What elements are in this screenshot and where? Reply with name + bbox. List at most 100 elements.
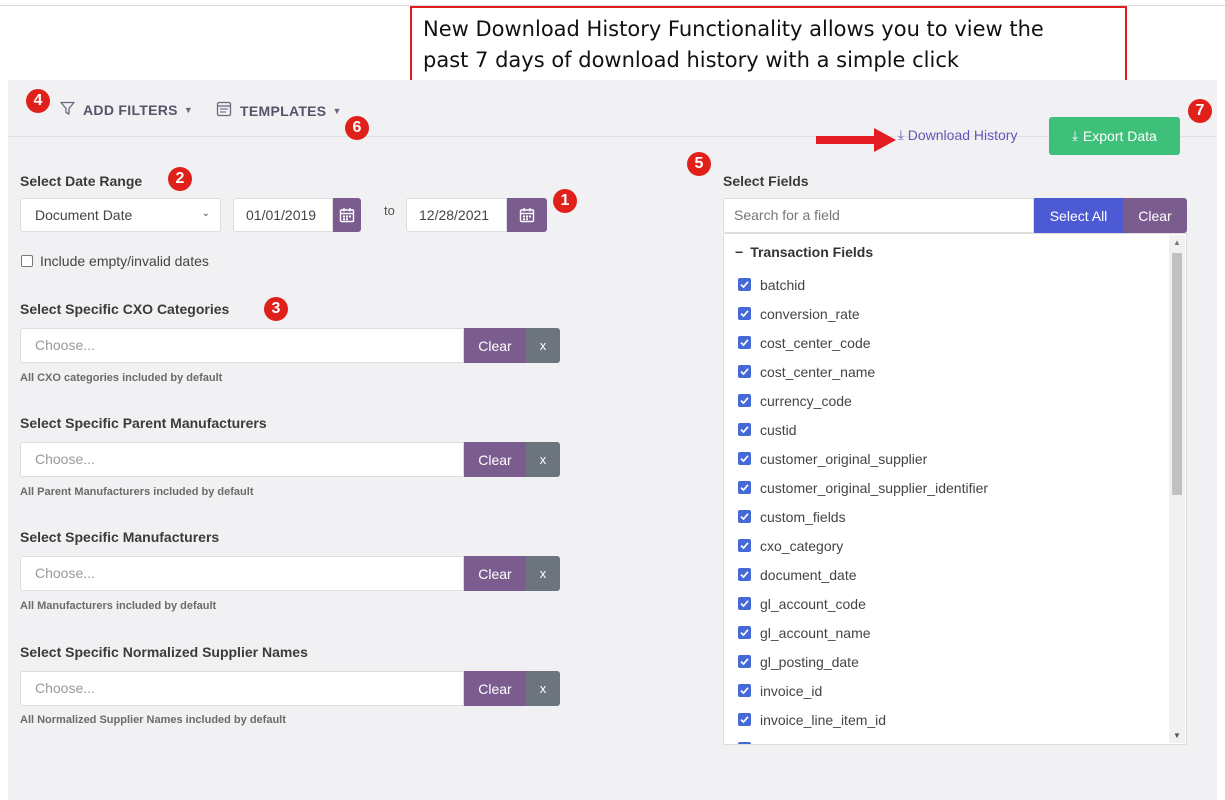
parent-manufacturers-remove-button[interactable]: x — [526, 442, 560, 477]
manufacturers-input[interactable]: Choose... — [20, 556, 464, 591]
checkbox-checked-icon[interactable] — [738, 336, 751, 349]
scrollbar-thumb[interactable] — [1172, 253, 1182, 495]
field-item[interactable]: invoice_id — [738, 676, 988, 705]
cxo-categories-remove-button[interactable]: x — [526, 328, 560, 363]
field-item[interactable]: cost_center_name — [738, 357, 988, 386]
field-item[interactable]: gl_account_code — [738, 589, 988, 618]
field-item-label: document_date — [760, 566, 857, 583]
checkbox-checked-icon[interactable] — [738, 365, 751, 378]
field-item-label: invoice_id — [760, 682, 823, 699]
scroll-down-icon[interactable]: ▼ — [1173, 731, 1181, 740]
field-item[interactable]: line_item_description — [738, 734, 988, 744]
field-search-input[interactable]: Search for a field — [723, 198, 1034, 233]
checkbox-checked-icon[interactable] — [738, 307, 751, 320]
red-arrow-icon — [816, 128, 896, 152]
include-empty-dates-checkbox[interactable]: Include empty/invalid dates — [21, 253, 209, 269]
date-range-title: Select Date Range — [20, 173, 143, 189]
add-filters-dropdown[interactable]: ADD FILTERS ▼ — [60, 101, 193, 119]
checkbox-checked-icon[interactable] — [738, 713, 751, 726]
field-item[interactable]: customer_original_supplier_identifier — [738, 473, 988, 502]
checkbox-checked-icon[interactable] — [738, 568, 751, 581]
filter-icon — [60, 101, 75, 119]
select-all-button[interactable]: Select All — [1034, 198, 1123, 233]
fields-clear-button[interactable]: Clear — [1123, 198, 1187, 233]
end-date-calendar-button[interactable] — [507, 198, 547, 232]
date-type-value: Document Date — [35, 207, 133, 223]
scroll-up-icon[interactable]: ▲ — [1173, 238, 1181, 247]
caret-down-icon: ▼ — [183, 105, 194, 115]
normalized-supplier-names-input[interactable]: Choose... — [20, 671, 464, 706]
download-history-link[interactable]: ⤓ Download History — [898, 127, 1017, 143]
normalized-supplier-names-clear-button[interactable]: Clear — [464, 671, 526, 706]
start-date-calendar-button[interactable] — [333, 198, 361, 232]
start-date-input[interactable]: 01/01/2019 — [233, 198, 333, 232]
annotation-badge-5: 5 — [687, 152, 711, 176]
checkbox-checked-icon[interactable] — [738, 510, 751, 523]
field-item[interactable]: gl_account_name — [738, 618, 988, 647]
transaction-fields-group[interactable]: − Transaction Fields — [735, 244, 873, 260]
cxo-categories-help: All CXO categories included by default — [20, 372, 223, 384]
field-item[interactable]: conversion_rate — [738, 299, 988, 328]
field-item-label: cxo_category — [760, 537, 844, 554]
field-item[interactable]: custid — [738, 415, 988, 444]
checkbox-checked-icon[interactable] — [738, 626, 751, 639]
checkbox-checked-icon[interactable] — [738, 597, 751, 610]
annotation-badge-3: 3 — [264, 297, 288, 321]
field-item[interactable]: currency_code — [738, 386, 988, 415]
field-item-label: batchid — [760, 276, 806, 293]
checkbox-checked-icon[interactable] — [738, 452, 751, 465]
field-item[interactable]: gl_posting_date — [738, 647, 988, 676]
transaction-fields-label: Transaction Fields — [750, 244, 874, 260]
checkbox-checked-icon[interactable] — [738, 423, 751, 436]
callout-box: New Download History Functionality allow… — [410, 6, 1127, 82]
checkbox-checked-icon[interactable] — [738, 684, 751, 697]
field-item-label: cost_center_name — [760, 363, 876, 380]
field-item[interactable]: invoice_line_item_id — [738, 705, 988, 734]
field-item[interactable]: document_date — [738, 560, 988, 589]
manufacturers-clear-button[interactable]: Clear — [464, 556, 526, 591]
cxo-categories-clear-button[interactable]: Clear — [464, 328, 526, 363]
include-empty-dates-label: Include empty/invalid dates — [40, 253, 209, 269]
field-item-label: custid — [760, 421, 797, 438]
calendar-icon — [519, 208, 535, 223]
manufacturers-remove-button[interactable]: x — [526, 556, 560, 591]
field-item-label: customer_original_supplier — [760, 450, 928, 467]
templates-label: TEMPLATES — [240, 102, 327, 119]
collapse-icon[interactable]: − — [735, 244, 743, 260]
export-data-button[interactable]: ⤓ Export Data — [1049, 117, 1180, 155]
end-date-input[interactable]: 12/28/2021 — [406, 198, 507, 232]
field-item[interactable]: batchid — [738, 270, 988, 299]
checkbox-checked-icon[interactable] — [738, 539, 751, 552]
fields-list-box[interactable]: − Transaction Fields batchid conversion_r… — [723, 233, 1187, 745]
field-item[interactable]: customer_original_supplier — [738, 444, 988, 473]
field-item-label: invoice_line_item_id — [760, 711, 887, 728]
parent-manufacturers-clear-button[interactable]: Clear — [464, 442, 526, 477]
parent-manufacturers-input[interactable]: Choose... — [20, 442, 464, 477]
checkbox-unchecked[interactable] — [21, 255, 33, 267]
checkbox-checked-icon[interactable] — [738, 394, 751, 407]
fields-scrollbar[interactable]: ▲ ▼ — [1169, 235, 1185, 743]
checkbox-checked-icon[interactable] — [738, 481, 751, 494]
add-filters-label: ADD FILTERS — [83, 102, 178, 118]
cxo-categories-title: Select Specific CXO Categories — [20, 301, 230, 317]
manufacturers-title: Select Specific Manufacturers — [20, 529, 220, 545]
field-item-label: gl_posting_date — [760, 653, 859, 670]
cxo-categories-input[interactable]: Choose... — [20, 328, 464, 363]
date-type-select[interactable]: Document Date ⌄ — [20, 198, 221, 232]
field-item[interactable]: cxo_category — [738, 531, 988, 560]
callout-line-1: New Download History Functionality allow… — [423, 17, 1044, 41]
checkbox-checked-icon[interactable] — [738, 742, 751, 744]
field-item[interactable]: custom_fields — [738, 502, 988, 531]
normalized-supplier-names-title: Select Specific Normalized Supplier Name… — [20, 644, 308, 660]
annotation-badge-7: 7 — [1188, 99, 1212, 123]
field-item[interactable]: cost_center_code — [738, 328, 988, 357]
template-icon — [216, 101, 232, 120]
annotation-badge-6: 6 — [345, 116, 369, 140]
download-history-label: Download History — [907, 127, 1018, 143]
templates-dropdown[interactable]: TEMPLATES ▼ — [216, 101, 342, 120]
normalized-supplier-names-remove-button[interactable]: x — [526, 671, 560, 706]
download-icon: ⤓ — [898, 127, 904, 142]
checkbox-checked-icon[interactable] — [738, 655, 751, 668]
chevron-down-icon: ⌄ — [201, 208, 210, 219]
checkbox-checked-icon[interactable] — [738, 278, 751, 291]
